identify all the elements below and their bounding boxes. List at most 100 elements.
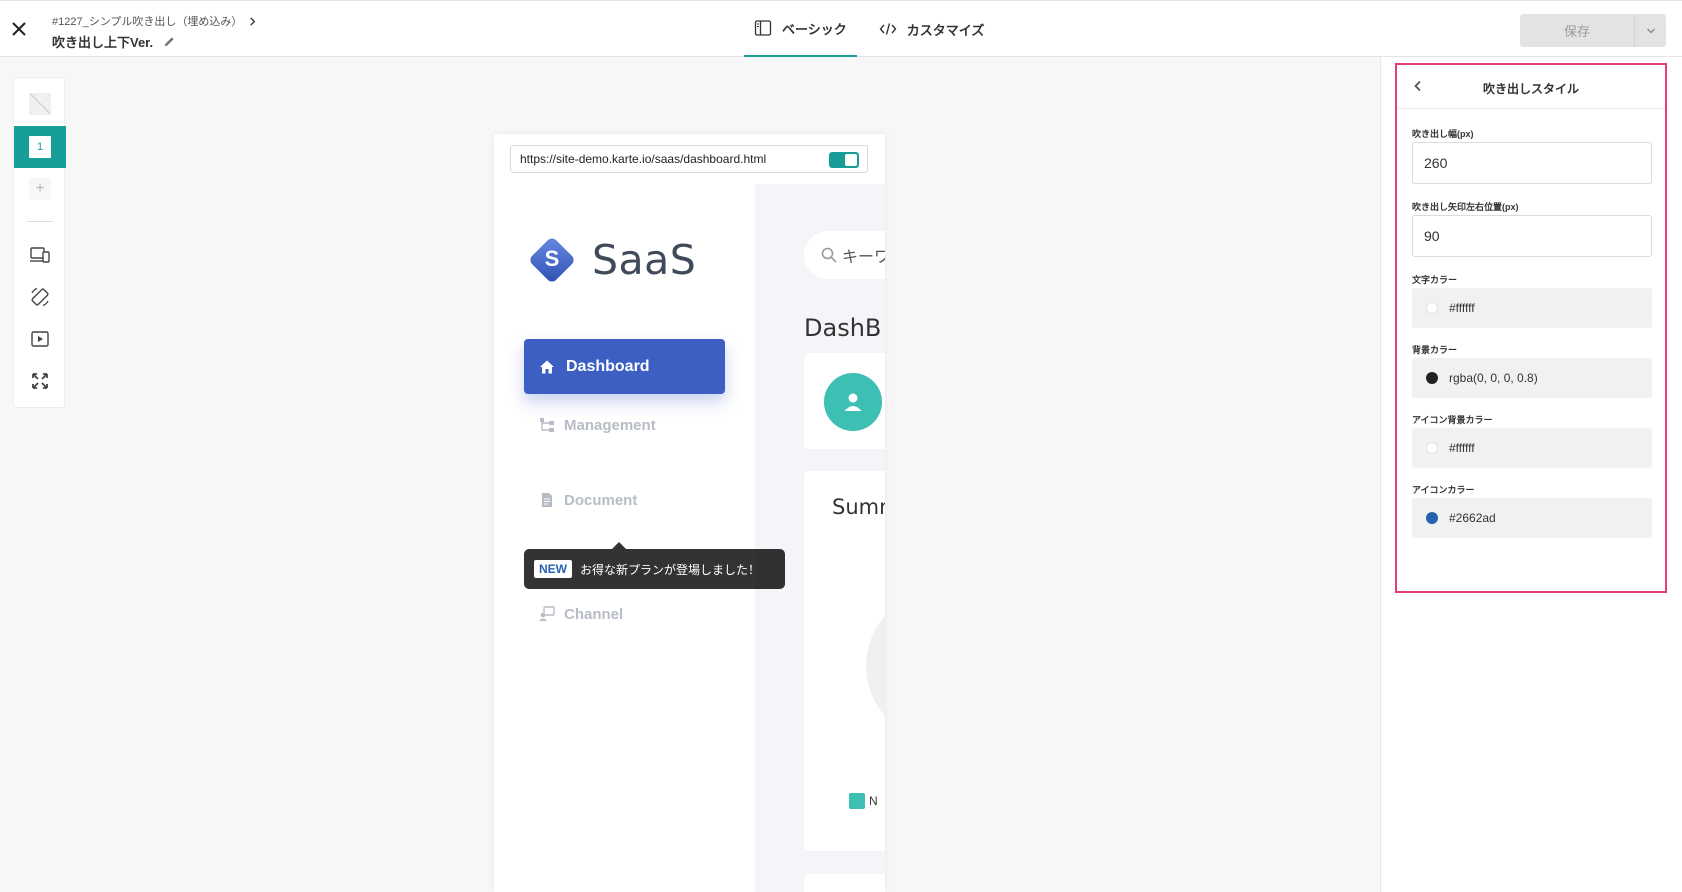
site-main: キーワ DashB Summ N xyxy=(755,184,885,892)
preview-play-button[interactable] xyxy=(14,324,66,354)
icon-color-value: #2662ad xyxy=(1449,511,1496,525)
pencil-icon[interactable] xyxy=(163,35,176,48)
site-preview: https://site-demo.karte.io/saas/dashboar… xyxy=(494,134,885,892)
expand-icon xyxy=(32,373,48,389)
devices-icon xyxy=(30,247,50,263)
icon-bg-color-picker[interactable]: #ffffff xyxy=(1412,428,1652,468)
color-swatch-icon xyxy=(1426,302,1438,314)
tool-rail: 1 + xyxy=(13,77,66,408)
rail-divider xyxy=(27,221,53,222)
icon-bg-color-label: アイコン背景カラー xyxy=(1412,415,1493,425)
donut-chart xyxy=(866,591,885,741)
color-swatch-icon xyxy=(1426,372,1438,384)
search-icon xyxy=(821,247,837,263)
fullscreen-button[interactable] xyxy=(14,366,66,396)
bg-color-label: 背景カラー xyxy=(1412,345,1458,355)
legend-label: N xyxy=(869,794,878,808)
panel-title: 吹き出しスタイル xyxy=(1482,82,1579,96)
no-step-button[interactable] xyxy=(14,89,66,119)
breadcrumb-label: #1227_シンプル吹き出し（埋め込み） xyxy=(52,16,243,28)
nav-document-label: Document xyxy=(564,491,638,509)
url-bar[interactable]: https://site-demo.karte.io/saas/dashboar… xyxy=(510,145,868,173)
breadcrumb[interactable]: #1227_シンプル吹き出し（埋め込み） xyxy=(52,13,257,29)
site-sidebar: S SaaS Dashboard Management Document NEW… xyxy=(494,184,785,892)
chart-legend: N xyxy=(849,793,878,809)
nav-item-channel[interactable]: Channel xyxy=(538,605,623,623)
profile-card xyxy=(804,353,885,449)
play-icon xyxy=(31,331,49,347)
hierarchy-icon xyxy=(540,418,554,432)
arrow-position-label: 吹き出し矢印左右位置(px) xyxy=(1412,202,1519,212)
logo-icon: S xyxy=(526,234,578,286)
color-swatch-icon xyxy=(1426,442,1438,454)
chevron-right-icon xyxy=(250,16,256,26)
rotate-button[interactable] xyxy=(14,282,66,312)
channel-icon xyxy=(539,606,555,621)
nav-item-document[interactable]: Document xyxy=(538,491,637,509)
arrow-position-input[interactable]: 90 xyxy=(1412,215,1652,257)
site-logo[interactable]: S SaaS xyxy=(526,234,696,286)
add-step-button[interactable]: + xyxy=(14,174,66,204)
page-title-row: 吹き出し上下Ver. xyxy=(52,32,176,51)
close-icon[interactable] xyxy=(8,18,30,40)
step-number: 1 xyxy=(29,136,51,158)
tab-customize-label: カスタマイズ xyxy=(906,22,985,38)
preview-toggle[interactable] xyxy=(829,152,859,168)
save-options-button[interactable] xyxy=(1634,14,1666,47)
color-swatch-icon xyxy=(1426,512,1438,524)
home-icon xyxy=(540,360,554,373)
tooltip-arrow xyxy=(612,542,626,549)
tab-basic-label: ベーシック xyxy=(782,21,847,37)
nav-item-dashboard[interactable]: Dashboard xyxy=(524,339,725,394)
layout-icon xyxy=(754,20,772,36)
top-header: #1227_シンプル吹き出し（埋め込み） 吹き出し上下Ver. ベーシック カス… xyxy=(0,0,1682,57)
step-1-button[interactable]: 1 xyxy=(14,126,66,168)
code-icon xyxy=(879,23,897,35)
user-icon xyxy=(844,393,862,411)
bg-color-value: rgba(0, 0, 0, 0.8) xyxy=(1449,371,1538,385)
text-color-picker[interactable]: #ffffff xyxy=(1412,288,1652,328)
text-color-value: #ffffff xyxy=(1449,301,1475,315)
chevron-down-icon xyxy=(1646,28,1655,33)
logo-letter: S xyxy=(544,246,560,271)
settings-panel: 吹き出しスタイル 吹き出し幅(px) 260 吹き出し矢印左右位置(px) 90… xyxy=(1380,57,1682,892)
balloon-style-section: 吹き出しスタイル 吹き出し幅(px) 260 吹き出し矢印左右位置(px) 90… xyxy=(1395,63,1667,593)
site-page: S SaaS Dashboard Management Document NEW… xyxy=(494,184,885,892)
icon-color-picker[interactable]: #2662ad xyxy=(1412,498,1652,538)
avatar xyxy=(824,373,882,431)
width-input[interactable]: 260 xyxy=(1412,142,1652,184)
editor-tabs: ベーシック カスタマイズ xyxy=(744,1,994,57)
logo-text: SaaS xyxy=(592,236,697,284)
slash-icon xyxy=(29,93,51,115)
plus-icon: + xyxy=(29,178,51,200)
legend-swatch xyxy=(849,793,865,809)
device-switch-button[interactable] xyxy=(14,240,66,270)
save-button-group: 保存 xyxy=(1520,14,1666,47)
rotate-icon xyxy=(31,287,49,307)
nav-dashboard-label: Dashboard xyxy=(566,357,650,375)
site-search-input[interactable]: キーワ xyxy=(804,231,885,279)
page-title: 吹き出し上下Ver. xyxy=(52,35,154,50)
dashboard-heading: DashB xyxy=(804,314,882,342)
panel-header: 吹き出しスタイル xyxy=(1397,65,1665,109)
document-icon xyxy=(542,493,552,507)
bottom-card xyxy=(804,874,885,892)
bg-color-picker[interactable]: rgba(0, 0, 0, 0.8) xyxy=(1412,358,1652,398)
summary-card: Summ N xyxy=(804,471,885,851)
text-color-label: 文字カラー xyxy=(1412,275,1458,285)
nav-channel-label: Channel xyxy=(564,605,624,623)
tooltip-text: お得な新プランが登場しました！ xyxy=(580,562,761,577)
nav-item-management[interactable]: Management xyxy=(538,416,656,434)
save-button[interactable]: 保存 xyxy=(1520,14,1634,47)
nav-management-label: Management xyxy=(564,416,656,434)
icon-bg-color-value: #ffffff xyxy=(1449,441,1475,455)
tooltip-balloon[interactable]: NEW お得な新プランが登場しました！ xyxy=(524,542,785,589)
summary-heading: Summ xyxy=(832,495,885,519)
new-badge: NEW xyxy=(534,560,572,578)
tab-customize[interactable]: カスタマイズ xyxy=(869,1,995,57)
width-label: 吹き出し幅(px) xyxy=(1412,129,1474,139)
icon-color-label: アイコンカラー xyxy=(1412,485,1475,495)
tab-basic[interactable]: ベーシック xyxy=(744,1,857,57)
search-placeholder: キーワ xyxy=(842,249,885,266)
url-text: https://site-demo.karte.io/saas/dashboar… xyxy=(520,152,767,166)
